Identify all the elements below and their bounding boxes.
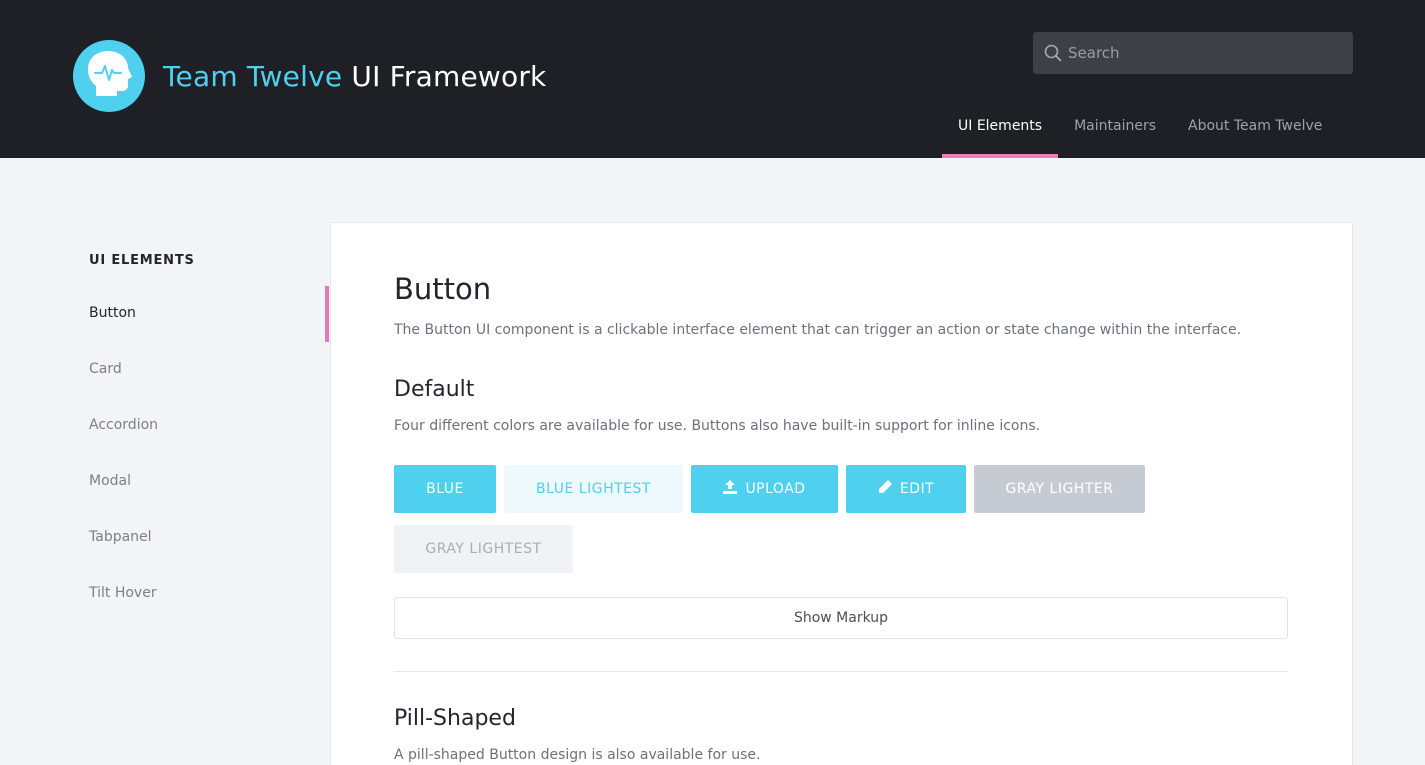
section-divider: [394, 671, 1288, 672]
sidebar-heading: UI ELEMENTS: [89, 253, 195, 268]
edit-button[interactable]: Edit: [846, 465, 966, 513]
sidebar-item-accordion[interactable]: Accordion: [89, 417, 158, 433]
blue-lightest-button[interactable]: Blue Lightest: [504, 465, 683, 513]
gray-lighter-button[interactable]: Gray Lighter: [974, 465, 1145, 513]
blue-lightest-button-label: Blue Lightest: [536, 481, 651, 497]
gray-lightest-button-label: Gray Lightest: [425, 541, 542, 557]
sidebar-active-indicator: [325, 286, 329, 342]
blue-button[interactable]: Blue: [394, 465, 496, 513]
nav-item-about[interactable]: About Team Twelve: [1172, 104, 1338, 158]
show-markup-button[interactable]: Show Markup: [394, 597, 1288, 639]
upload-icon: [723, 480, 738, 498]
site-title-accent: Team Twelve: [163, 60, 343, 93]
site-title-rest: UI Framework: [351, 60, 547, 93]
search-input[interactable]: [1068, 32, 1343, 74]
head-pulse-logo-icon[interactable]: [73, 40, 145, 112]
upload-button[interactable]: Upload: [691, 465, 838, 513]
section-title-default: Default: [394, 377, 475, 402]
page-description: The Button UI component is a clickable i…: [394, 322, 1242, 338]
section-description-pill-shaped: A pill-shaped Button design is also avai…: [394, 747, 761, 763]
search-box: [1033, 32, 1353, 74]
site-header: Team Twelve UI Framework UI Elements Mai…: [0, 0, 1425, 158]
main-nav: UI Elements Maintainers About Team Twelv…: [942, 104, 1338, 158]
nav-item-maintainers[interactable]: Maintainers: [1058, 104, 1172, 158]
nav-item-ui-elements[interactable]: UI Elements: [942, 104, 1059, 158]
edit-button-label: Edit: [899, 481, 935, 497]
sidebar-item-tilt-hover[interactable]: Tilt Hover: [89, 585, 157, 601]
sidebar-item-button[interactable]: Button: [89, 305, 136, 321]
blue-button-label: Blue: [426, 481, 464, 497]
pencil-icon: [878, 480, 892, 498]
section-description-default: Four different colors are available for …: [394, 418, 1041, 434]
page-title: Button: [394, 272, 492, 306]
gray-lightest-button[interactable]: Gray Lightest: [394, 525, 573, 573]
sidebar-item-tabpanel[interactable]: Tabpanel: [89, 529, 152, 545]
gray-lighter-button-label: Gray Lighter: [1005, 481, 1114, 497]
sidebar-item-card[interactable]: Card: [89, 361, 122, 377]
search-icon: [1044, 44, 1062, 62]
site-title[interactable]: Team Twelve UI Framework: [163, 58, 546, 96]
section-title-pill-shaped: Pill-Shaped: [394, 706, 516, 731]
upload-button-label: Upload: [745, 481, 806, 497]
sidebar-item-modal[interactable]: Modal: [89, 473, 131, 489]
